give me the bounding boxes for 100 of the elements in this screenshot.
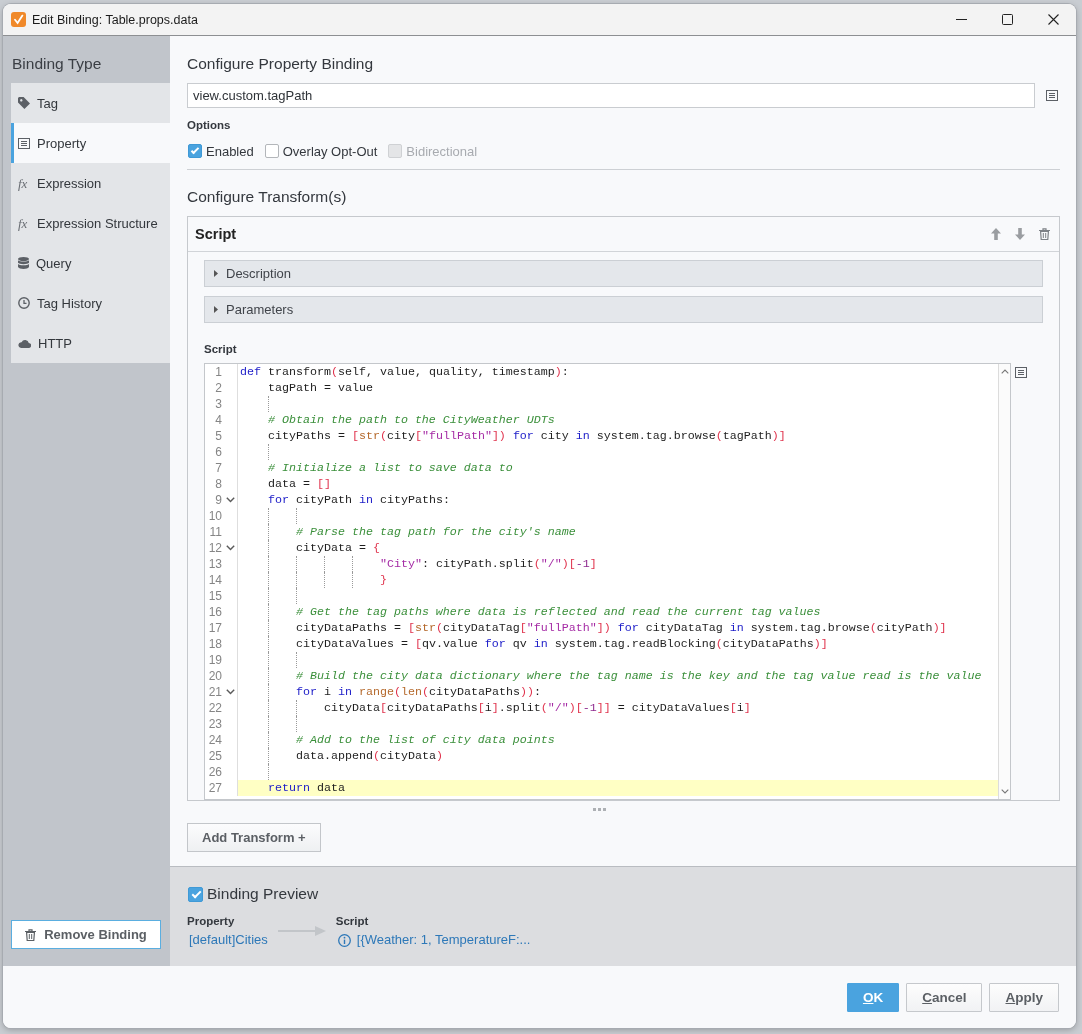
result-label: Script [335,914,369,928]
app-icon [11,12,26,27]
line-number: 20 [207,668,222,684]
line-number: 27 [207,780,222,796]
checkbox-label: Overlay Opt-Out [282,143,378,159]
line-number: 24 [207,732,222,748]
close-icon[interactable] [1047,14,1059,25]
trash-icon [25,928,37,941]
code-line: "City": cityPath.split("/")[-1] [379,556,597,572]
checkbox[interactable] [264,144,279,158]
checkbox[interactable] [188,144,202,158]
dialog-button[interactable]: Cancel [906,983,983,1012]
source-label: Property [187,914,235,928]
caret-right-icon [214,270,218,277]
code-line: cityDataValues = [qv.value for qv in system.tag.readBlocking(cityDataPaths)] [295,636,828,652]
sidebar-item[interactable]: Query [11,243,170,283]
code-line: for i in range(len(cityDataPaths)): [295,684,541,700]
line-number: 25 [207,748,222,764]
sidebar-item[interactable]: fx Expression Structure [11,203,170,243]
path-input[interactable]: view.custom.tagPath [187,83,1035,108]
line-number: 19 [207,652,222,668]
line-number: 21 [207,684,222,700]
chevron-down-icon[interactable] [226,497,235,503]
result-value[interactable]: [{Weather: 1, TemperatureF:... [356,933,531,947]
trash-icon[interactable] [1039,228,1050,240]
line-number: 4 [214,412,222,428]
arrow-down-icon[interactable] [1015,228,1025,240]
line-number: 12 [207,540,222,556]
sidebar-item[interactable]: Tag [11,83,170,123]
chevron-down-icon[interactable] [226,545,235,551]
line-number: 1 [214,364,222,380]
script-label: Script [204,342,237,356]
line-number: 17 [207,620,222,636]
section-heading: Configure Property Binding [187,54,374,74]
sidebar-item[interactable]: Tag History [11,283,170,323]
preview-title: Binding Preview [207,885,319,903]
line-number: 26 [207,764,222,780]
sidebar-item[interactable]: HTTP [11,323,170,363]
list-icon[interactable] [1015,367,1027,378]
line-number: 22 [207,700,222,716]
line-number: 8 [214,476,222,492]
line-number: 3 [214,396,222,412]
arrow-up-icon[interactable] [991,228,1001,240]
tag-icon [18,97,30,109]
line-number: 7 [214,460,222,476]
line-number: 9 [214,492,222,508]
accordion-header[interactable]: Description [204,260,1043,287]
source-value[interactable]: [default]Cities [189,933,268,947]
code-line: for cityPath in cityPaths: [268,492,450,508]
checkbox-label: Bidirectional [406,143,478,159]
sidebar-item[interactable]: fx Expression [11,163,170,203]
minimize-icon[interactable] [955,19,967,20]
line-number: 10 [207,508,222,524]
code-line: cityDataPaths = [str(cityDataTag["fullPath"]) for cityDataTag in system.tag.browse(cityPath)] [295,620,947,636]
code-line: tagPath = value [268,380,373,396]
dialog-button[interactable]: Apply [989,983,1059,1012]
list-icon [18,137,30,149]
clock-icon [18,297,30,309]
drag-handle-icon[interactable] [592,808,606,811]
info-icon[interactable] [337,933,351,947]
chevron-down-icon[interactable] [226,689,235,695]
line-number: 5 [214,428,222,444]
code-line: # Add to the list of city data points [295,732,555,748]
code-line: cityData = { [295,540,380,556]
list-icon[interactable] [1046,90,1058,101]
scrollbar[interactable] [998,364,1010,799]
line-number: 6 [214,444,222,460]
caret-down-icon[interactable] [1000,789,1009,794]
code-editor[interactable] [204,363,1011,800]
code-line: data = [] [268,476,331,492]
line-number: 2 [214,380,222,396]
function-icon: fx [18,176,30,190]
accordion-header[interactable]: Parameters [204,296,1043,323]
line-number: 18 [207,636,222,652]
code-line: } [379,572,387,588]
checkbox-label: Enabled [206,143,254,159]
database-icon [18,257,29,269]
section-heading: Configure Transform(s) [187,187,347,207]
line-number: 23 [207,716,222,732]
checkbox[interactable] [188,886,203,902]
sidebar-item[interactable]: Property [11,123,170,163]
arrow-right-icon [277,925,326,936]
line-number: 15 [207,588,222,604]
caret-up-icon[interactable] [1000,369,1009,374]
cloud-icon [18,338,31,348]
code-line: # Get the tag paths where data is reflected and read the current tag values [295,604,821,620]
options-label: Options [187,118,231,132]
remove-binding-button[interactable]: Remove Binding [11,920,161,949]
maximize-icon[interactable] [1001,14,1013,25]
add-transform-button[interactable]: Add Transform + [187,823,321,852]
code-line: # Build the city data dictionary where the tag name is the key and the tag value read is the value [295,668,982,684]
code-line: return data [268,780,345,796]
window-title: Edit Binding: Table.props.data [32,12,198,27]
code-line: def transform(self, value, quality, timestamp): [240,364,569,380]
line-number: 11 [208,524,222,540]
code-line: # Parse the tag path for the city's name [295,524,576,540]
function-icon: fx [18,216,30,230]
transform-title: Script [195,226,237,242]
code-line: # Obtain the path to the CityWeather UDTs [268,412,555,428]
code-line: data.append(cityData) [295,748,443,764]
